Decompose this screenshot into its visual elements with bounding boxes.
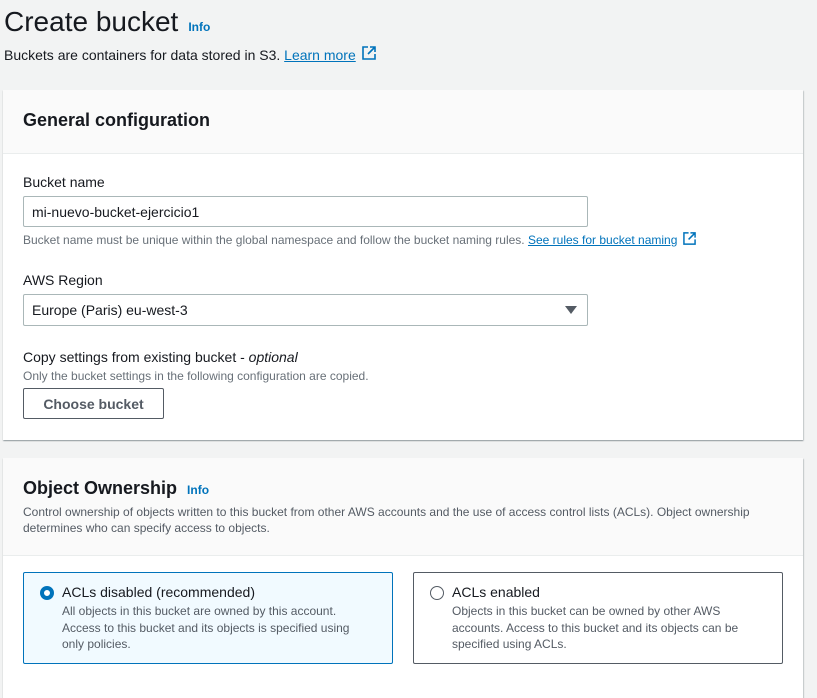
external-link-icon[interactable] xyxy=(361,46,376,63)
copy-settings-label: Copy settings from existing bucket - opt… xyxy=(23,349,298,365)
object-ownership-header: Object Ownership Info Control ownership … xyxy=(3,458,803,556)
page-description: Buckets are containers for data stored i… xyxy=(4,46,376,63)
general-configuration-panel: General configuration Bucket name Bucket… xyxy=(3,90,803,440)
radio-selected-icon[interactable] xyxy=(40,586,54,600)
learn-more-link[interactable]: Learn more xyxy=(284,47,356,63)
bucket-name-label: Bucket name xyxy=(23,174,105,190)
ownership-info-link[interactable]: Info xyxy=(187,483,209,497)
acls-enabled-label: ACLs enabled xyxy=(452,584,540,600)
copy-settings-label-text: Copy settings from existing bucket - xyxy=(23,349,245,365)
page-info-link[interactable]: Info xyxy=(188,20,210,34)
object-ownership-panel: Object Ownership Info Control ownership … xyxy=(3,458,803,698)
bucket-name-hint-text: Bucket name must be unique within the gl… xyxy=(23,233,525,247)
caret-down-icon xyxy=(565,306,577,314)
external-link-icon[interactable] xyxy=(683,232,697,248)
naming-rules-link[interactable]: See rules for bucket naming xyxy=(528,233,677,247)
object-ownership-title: Object Ownership Info xyxy=(23,478,209,499)
bucket-name-input[interactable] xyxy=(23,196,588,227)
acls-enabled-option[interactable]: ACLs enabled Objects in this bucket can … xyxy=(413,572,783,664)
acls-disabled-option[interactable]: ACLs disabled (recommended) All objects … xyxy=(23,572,393,664)
acls-disabled-description: All objects in this bucket are owned by … xyxy=(62,604,350,651)
choose-bucket-button[interactable]: Choose bucket xyxy=(23,388,164,419)
general-configuration-header: General configuration xyxy=(3,90,803,154)
page-description-text: Buckets are containers for data stored i… xyxy=(4,46,281,63)
radio-unselected-icon[interactable] xyxy=(430,586,444,600)
bucket-name-hint: Bucket name must be unique within the gl… xyxy=(23,232,697,248)
page-title: Create bucket Info xyxy=(4,6,210,38)
general-configuration-title: General configuration xyxy=(23,110,211,130)
page-title-text: Create bucket xyxy=(4,6,179,37)
object-ownership-title-text: Object Ownership xyxy=(23,478,178,498)
aws-region-select[interactable]: Europe (Paris) eu-west-3 xyxy=(23,294,588,326)
copy-settings-hint: Only the bucket settings in the followin… xyxy=(23,369,369,383)
aws-region-label: AWS Region xyxy=(23,272,103,288)
optional-label: optional xyxy=(248,349,298,365)
acls-disabled-label: ACLs disabled (recommended) xyxy=(62,584,255,600)
object-ownership-description: Control ownership of objects written to … xyxy=(23,505,750,535)
aws-region-value: Europe (Paris) eu-west-3 xyxy=(32,302,188,318)
acls-enabled-description: Objects in this bucket can be owned by o… xyxy=(452,604,739,651)
